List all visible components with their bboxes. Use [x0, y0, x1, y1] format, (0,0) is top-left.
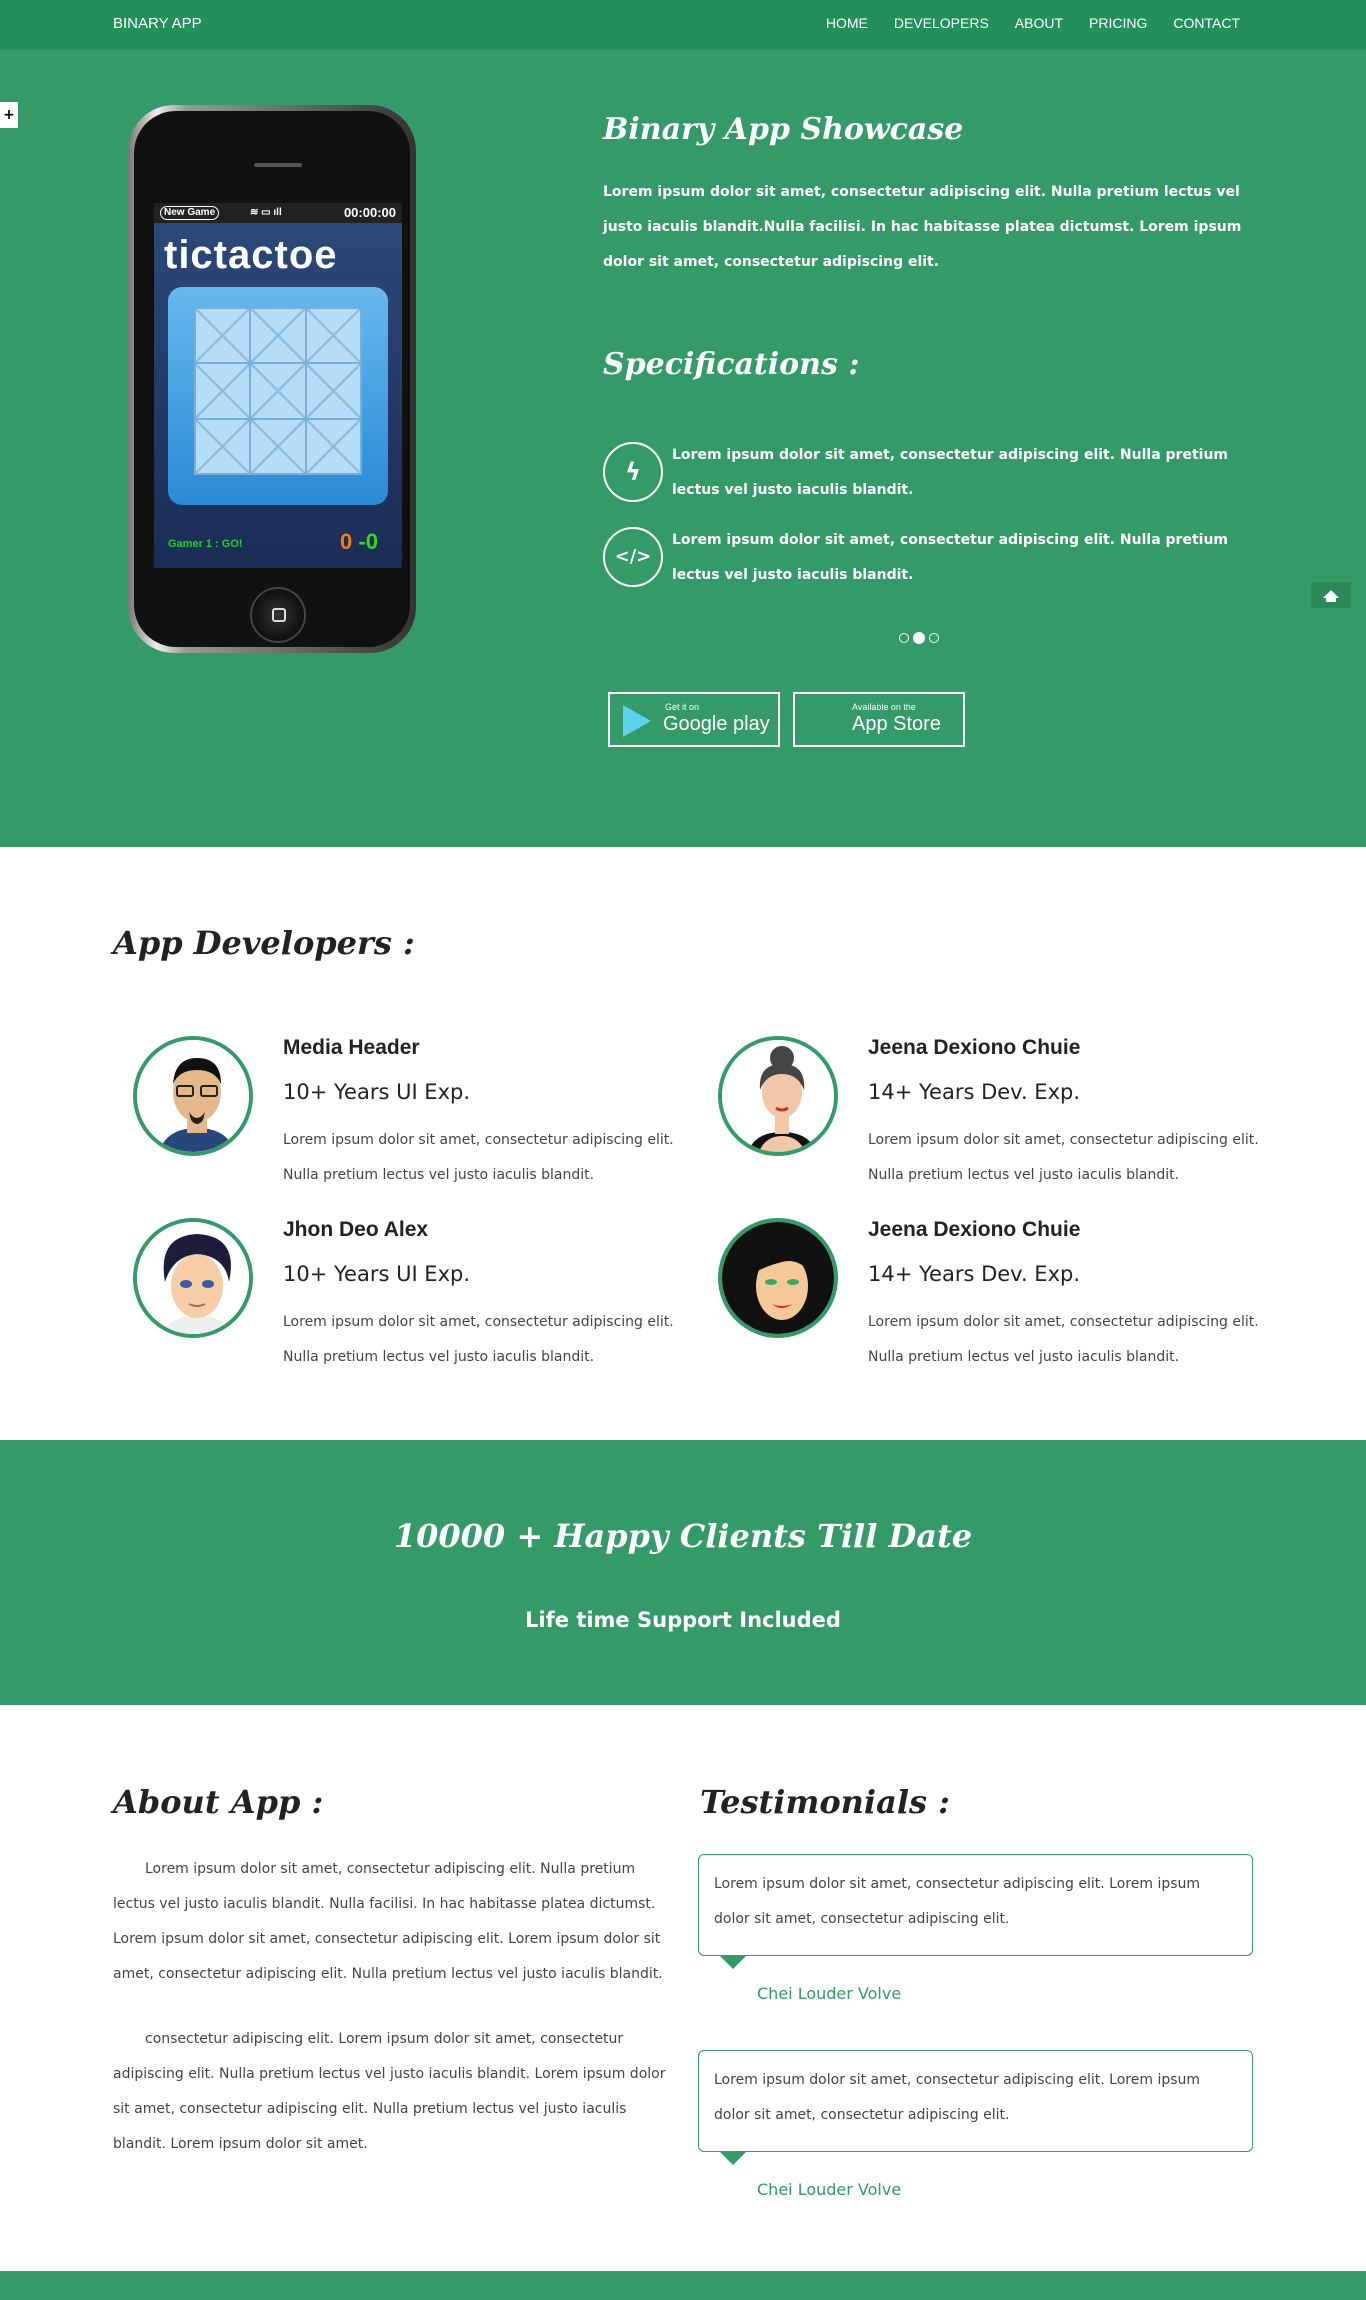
score-player-two: 0	[365, 529, 378, 554]
banner-title: 10000 + Happy Clients Till Date	[393, 1517, 973, 1555]
developer-avatar	[718, 1036, 838, 1156]
nav-developers-link[interactable]: DEVELOPERS	[894, 15, 989, 31]
developer-name: Media Header	[283, 1036, 420, 1059]
grid-cell	[250, 308, 306, 364]
male-avatar-icon	[137, 1222, 249, 1334]
navbar: BINARY APP HOME DEVELOPERS ABOUT PRICING…	[0, 0, 1366, 50]
female-avatar-icon	[722, 1222, 834, 1334]
google-play-icon	[623, 705, 651, 737]
grid-cell	[195, 363, 251, 419]
testimonial-quote: Lorem ipsum dolor sit amet, consectetur …	[698, 1854, 1253, 1969]
app-store-label: App Store	[852, 713, 941, 735]
developer-avatar	[133, 1218, 253, 1338]
google-play-small-text: Get it on	[665, 702, 700, 712]
developer-name: Jhon Deo Alex	[283, 1218, 429, 1241]
brand-logo[interactable]: BINARY APP	[113, 15, 202, 32]
testimonial-author[interactable]: Chei Louder Volve	[757, 2180, 901, 2199]
male-avatar-icon	[137, 1040, 249, 1152]
scroll-to-top-button[interactable]	[1311, 582, 1351, 608]
developer-card: Jeena Dexiono Chuie 14+ Years Dev. Exp. …	[698, 1036, 1259, 1186]
female-avatar-icon	[722, 1040, 834, 1152]
banner-subtitle: Life time Support Included	[525, 1608, 841, 1632]
apple-icon	[817, 704, 841, 732]
code-icon: </>	[603, 527, 663, 587]
google-play-label: Google play	[663, 713, 770, 735]
nav-home-link[interactable]: HOME	[826, 15, 868, 31]
hero-description: Lorem ipsum dolor sit amet, consectetur …	[603, 184, 1242, 270]
spec-text: Lorem ipsum dolor sit amet, consectetur …	[672, 447, 1228, 498]
nav-pricing-link[interactable]: PRICING	[1089, 15, 1147, 31]
developer-experience: 10+ Years UI Exp.	[283, 1262, 471, 1286]
carousel-dot-active[interactable]	[913, 632, 925, 644]
spec-text: Lorem ipsum dolor sit amet, consectetur …	[672, 532, 1228, 583]
developer-experience: 14+ Years Dev. Exp.	[868, 1080, 1081, 1104]
developer-card: Jeena Dexiono Chuie 14+ Years Dev. Exp. …	[698, 1218, 1259, 1368]
about-paragraph: Lorem ipsum dolor sit amet, consectetur …	[113, 1861, 663, 1982]
developer-card: Media Header 10+ Years UI Exp. Lorem ips…	[113, 1036, 674, 1186]
game-timer: 00:00:00	[343, 205, 396, 220]
app-store-button[interactable]: Available on the App Store	[793, 692, 965, 747]
footer-bar	[0, 2271, 1366, 2300]
nav-links: HOME DEVELOPERS ABOUT PRICING CONTACT	[800, 15, 1240, 31]
grid-cell	[305, 418, 361, 474]
game-title: tictactoe	[164, 233, 338, 277]
phone-speaker	[254, 163, 302, 167]
tictactoe-grid	[194, 307, 362, 475]
grid-cell	[195, 308, 251, 364]
phone-bezel: New Game ≋ ▭ ıll 00:00:00 tictactoe Game…	[134, 111, 410, 647]
developer-name: Jeena Dexiono Chuie	[868, 1218, 1081, 1241]
developer-card: Jhon Deo Alex 10+ Years UI Exp. Lorem ip…	[113, 1218, 674, 1368]
nav-contact-link[interactable]: CONTACT	[1173, 15, 1240, 31]
hero-title: Binary App Showcase	[603, 112, 964, 147]
app-store-small-text: Available on the	[852, 702, 916, 712]
home-square-icon	[272, 608, 286, 622]
about-heading: About App :	[113, 1783, 324, 1821]
phone-mockup: New Game ≋ ▭ ıll 00:00:00 tictactoe Game…	[128, 105, 416, 653]
new-game-label: New Game	[160, 206, 220, 220]
developer-description: Lorem ipsum dolor sit amet, consectetur …	[283, 1314, 674, 1365]
game-board-panel	[168, 287, 388, 505]
google-play-button[interactable]: Get it on Google play	[608, 692, 780, 747]
status-bar: New Game ≋ ▭ ıll 00:00:00	[154, 203, 402, 223]
grid-cell	[250, 418, 306, 474]
testimonials-heading: Testimonials :	[700, 1783, 950, 1821]
bolt-icon: ϟ	[603, 442, 663, 502]
signal-icon: ≋ ▭ ıll	[250, 207, 282, 218]
grid-cell	[305, 363, 361, 419]
phone-screen: New Game ≋ ▭ ıll 00:00:00 tictactoe Game…	[154, 203, 402, 568]
developer-avatar	[133, 1036, 253, 1156]
score-player-one: 0	[340, 529, 353, 554]
gamer-status: Gamer 1 : GO!	[168, 538, 243, 550]
carousel-dot[interactable]	[929, 633, 939, 643]
developer-avatar	[718, 1218, 838, 1338]
phone-home-button	[250, 587, 306, 643]
clients-banner: 10000 + Happy Clients Till Date Life tim…	[0, 1440, 1366, 1705]
testimonial-author[interactable]: Chei Louder Volve	[757, 1984, 901, 2003]
grid-cell	[250, 363, 306, 419]
game-score: 0 -0	[340, 529, 378, 555]
hero-section: + New Game ≋ ▭ ıll 00:00:00 tictactoe Ga…	[0, 50, 1366, 847]
developer-description: Lorem ipsum dolor sit amet, consectetur …	[868, 1132, 1259, 1183]
developer-name: Jeena Dexiono Chuie	[868, 1036, 1081, 1059]
nav-about-link[interactable]: ABOUT	[1015, 15, 1063, 31]
developer-experience: 10+ Years UI Exp.	[283, 1080, 471, 1104]
score-separator: -	[352, 529, 366, 554]
about-paragraph: consectetur adipiscing elit. Lorem ipsum…	[113, 2031, 666, 2152]
testimonial-quote: Lorem ipsum dolor sit amet, consectetur …	[698, 2050, 1253, 2165]
grid-cell	[305, 308, 361, 364]
carousel-dot[interactable]	[899, 633, 909, 643]
grid-cell	[195, 418, 251, 474]
side-toggle-button[interactable]: +	[0, 102, 18, 128]
carousel-dots	[899, 632, 939, 644]
specifications-heading: Specifications :	[603, 347, 860, 382]
developer-description: Lorem ipsum dolor sit amet, consectetur …	[868, 1314, 1259, 1365]
developer-description: Lorem ipsum dolor sit amet, consectetur …	[283, 1132, 674, 1183]
developers-heading: App Developers :	[113, 924, 415, 962]
developer-experience: 14+ Years Dev. Exp.	[868, 1262, 1081, 1286]
